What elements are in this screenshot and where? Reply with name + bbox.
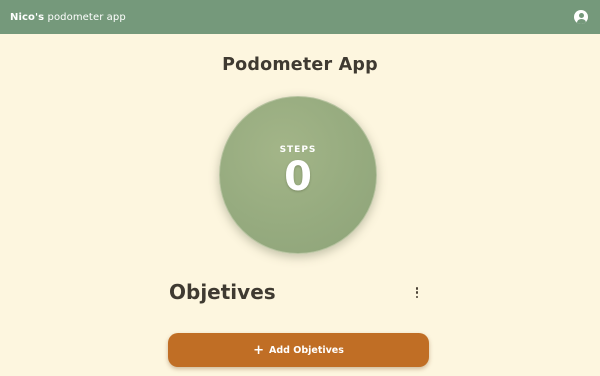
account-circle-icon[interactable] [574,10,588,24]
menu-dot [415,295,419,298]
app-brand: Nico's podometer app [10,12,126,23]
steps-value: 0 [284,154,312,200]
account-head-shape [578,12,584,18]
more-vertical-icon[interactable] [413,286,421,299]
account-body-shape [576,18,586,24]
objectives-title: Objetives [169,280,276,304]
steps-counter-circle: STEPS 0 [219,96,377,254]
menu-dot [415,287,419,290]
page-title: Podometer App [222,55,378,75]
add-objectives-button[interactable]: + Add Objetives [168,333,429,367]
plus-icon: + [253,342,264,358]
brand-owner: Nico's [10,11,45,23]
add-objectives-label: Add Objetives [268,344,344,356]
app-header: Nico's podometer app [0,0,600,34]
brand-app-name: podometer app [44,11,126,23]
menu-dot [415,291,419,294]
